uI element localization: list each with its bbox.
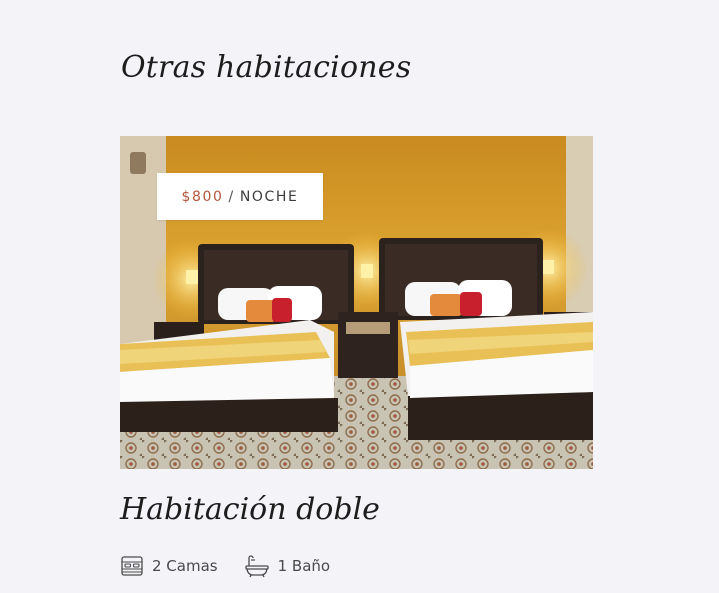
price-badge: $800 / NOCHE <box>157 173 323 220</box>
feature-beds: 2 Camas <box>120 554 218 578</box>
price-amount: $800 <box>181 188 224 205</box>
price-separator: / <box>228 188 235 205</box>
room-features: 2 Camas 1 Baño <box>120 554 356 578</box>
room-name[interactable]: Habitación doble <box>120 492 380 527</box>
price-unit: NOCHE <box>239 188 299 205</box>
feature-baths: 1 Baño <box>244 554 330 578</box>
section-title: Otras habitaciones <box>121 50 412 85</box>
room-card[interactable]: $800 / NOCHE Habitación doble 2 Camas 1 … <box>120 136 593 578</box>
feature-beds-label: 2 Camas <box>152 557 218 575</box>
room-photo[interactable]: $800 / NOCHE <box>120 136 593 469</box>
bed-icon <box>121 556 143 576</box>
bathtub-icon <box>244 555 269 578</box>
feature-baths-label: 1 Baño <box>277 557 331 575</box>
